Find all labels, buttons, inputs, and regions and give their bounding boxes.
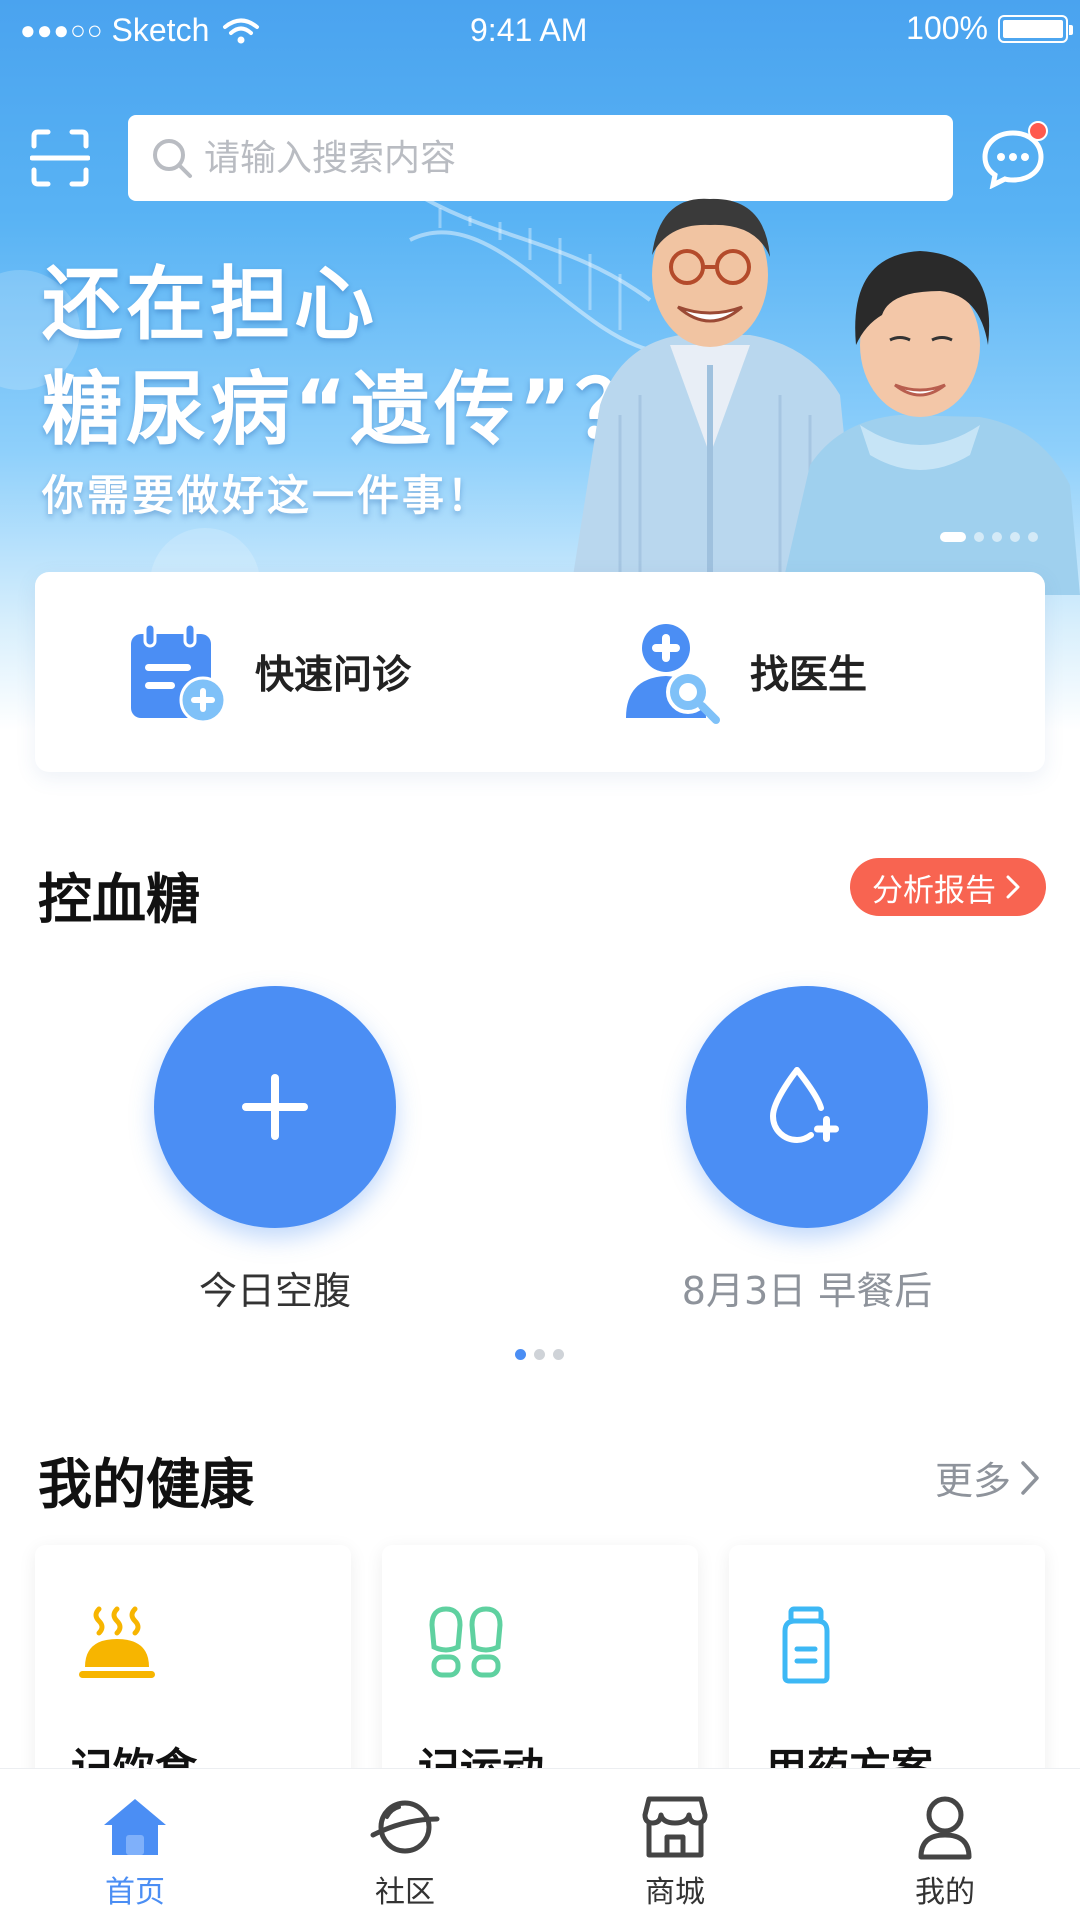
medication-plan-card[interactable]: 用药方案 [729, 1545, 1045, 1805]
battery-icon [998, 14, 1073, 43]
find-doctor-label: 找医生 [750, 653, 868, 698]
user-icon [918, 1796, 972, 1860]
tab-store[interactable]: 商城 [540, 1769, 810, 1920]
blood-sugar-title: 控血糖 [38, 868, 200, 931]
postmeal-label: 8月3日 早餐后 [681, 1269, 933, 1313]
store-icon [642, 1796, 708, 1858]
tab-community[interactable]: 社区 [270, 1769, 540, 1920]
pager-dot [992, 532, 1002, 542]
add-fasting-record-button[interactable] [154, 986, 396, 1228]
tab-home[interactable]: 首页 [0, 1769, 270, 1920]
bottom-tab-bar: 首页 社区 商城 我的 [0, 1768, 1080, 1920]
quick-consult-label: 快速问诊 [255, 653, 412, 698]
pager-dot [534, 1349, 545, 1360]
find-doctor-button[interactable]: 找医生 [620, 617, 867, 727]
analysis-report-label: 分析报告 [872, 872, 996, 909]
status-time: 9:41 AM [470, 12, 588, 48]
carrier-name: Sketch [111, 12, 210, 48]
banner-headline-1: 还在担心 [42, 258, 378, 351]
add-postmeal-record-button[interactable] [686, 986, 928, 1228]
clipboard-plus-icon [131, 622, 227, 724]
tab-profile-label: 我的 [915, 1875, 975, 1910]
more-label: 更多 [935, 1459, 1012, 1503]
record-exercise-card[interactable]: 记运动 [382, 1545, 698, 1805]
footprints-icon [429, 1606, 503, 1678]
battery-percent: 100% [906, 10, 988, 46]
record-diet-card[interactable]: 记饮食 [35, 1545, 351, 1805]
chevron-right-icon [1021, 1460, 1039, 1495]
banner-pager [940, 532, 1038, 542]
tab-store-label: 商城 [645, 1875, 705, 1910]
pager-dot [974, 532, 984, 542]
quick-consult-button[interactable]: 快速问诊 [125, 617, 411, 727]
search-bar[interactable] [128, 115, 953, 201]
fasting-label: 今日空腹 [198, 1269, 351, 1313]
tab-community-label: 社区 [375, 1875, 435, 1910]
doctor-search-icon [626, 624, 720, 724]
tab-home-label: 首页 [105, 1875, 165, 1910]
plus-icon [242, 1074, 308, 1140]
search-icon [153, 139, 192, 178]
unread-badge [1028, 121, 1048, 141]
search-input[interactable] [204, 137, 904, 179]
wifi-icon [223, 18, 260, 43]
more-link[interactable]: 更多 [935, 1450, 1043, 1505]
pager-dot [940, 532, 966, 542]
home-icon [104, 1799, 166, 1855]
pager-dot [515, 1349, 526, 1360]
quick-action-card: 快速问诊 找医生 [35, 572, 1045, 772]
drop-plus-icon [769, 1067, 839, 1144]
planet-icon [370, 1800, 440, 1854]
status-bar: ●●●○○ Sketch 9:41 AM 100% [0, 0, 1080, 60]
my-health-title: 我的健康 [38, 1453, 254, 1516]
blood-sugar-pager [515, 1349, 564, 1360]
pager-dot [553, 1349, 564, 1360]
signal-strength: ●●●○○ [20, 15, 104, 45]
pager-dot [1010, 532, 1020, 542]
banner-subline: 你需要做好这一件事！ [42, 471, 493, 520]
medicine-bottle-icon [782, 1606, 830, 1684]
food-tray-icon [79, 1606, 155, 1678]
pager-dot [1028, 532, 1038, 542]
analysis-report-button[interactable]: 分析报告 [850, 858, 1046, 916]
tab-profile[interactable]: 我的 [810, 1769, 1080, 1920]
chevron-right-icon [1006, 875, 1020, 899]
scan-icon[interactable] [30, 128, 90, 188]
